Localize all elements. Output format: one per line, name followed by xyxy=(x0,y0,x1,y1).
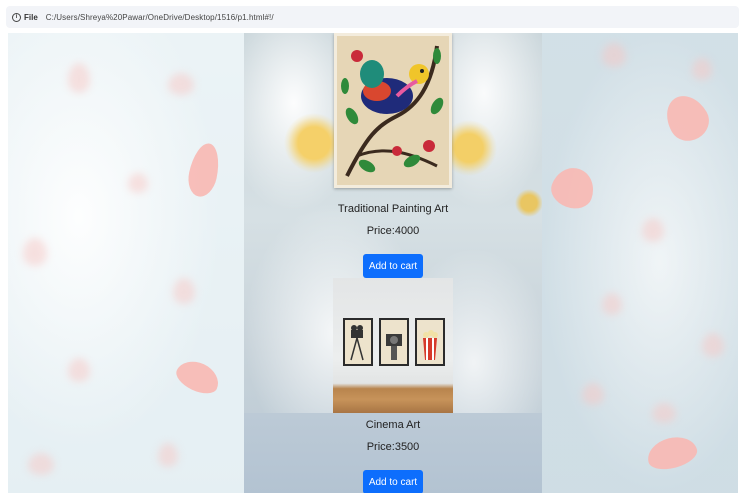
product-name: Cinema Art xyxy=(365,419,421,431)
peacock-painting xyxy=(337,36,449,185)
product-price: Price:3500 xyxy=(366,441,420,453)
background-right xyxy=(542,33,738,493)
frame-camera xyxy=(379,318,409,366)
url-text[interactable]: C:/Users/Shreya%20Pawar/OneDrive/Desktop… xyxy=(46,13,274,22)
product-price: Price:4000 xyxy=(366,225,420,237)
frame-action xyxy=(415,318,445,366)
product-image-traditional-painting[interactable] xyxy=(334,33,452,188)
product-column: Traditional Painting Art Price:4000 Add … xyxy=(244,33,542,493)
add-to-cart-button[interactable]: Add to cart xyxy=(363,470,423,493)
add-to-cart-button[interactable]: Add to cart xyxy=(363,254,423,278)
product-name: Traditional Painting Art xyxy=(337,203,449,215)
address-bar[interactable]: i File C:/Users/Shreya%20Pawar/OneDrive/… xyxy=(6,6,739,28)
frame-lights xyxy=(343,318,373,366)
info-icon[interactable]: i xyxy=(12,12,21,22)
page-viewport: Traditional Painting Art Price:4000 Add … xyxy=(8,33,738,493)
scheme-label: File xyxy=(24,12,38,22)
product-image-cinema-art[interactable] xyxy=(333,278,453,413)
background-left xyxy=(8,33,244,493)
